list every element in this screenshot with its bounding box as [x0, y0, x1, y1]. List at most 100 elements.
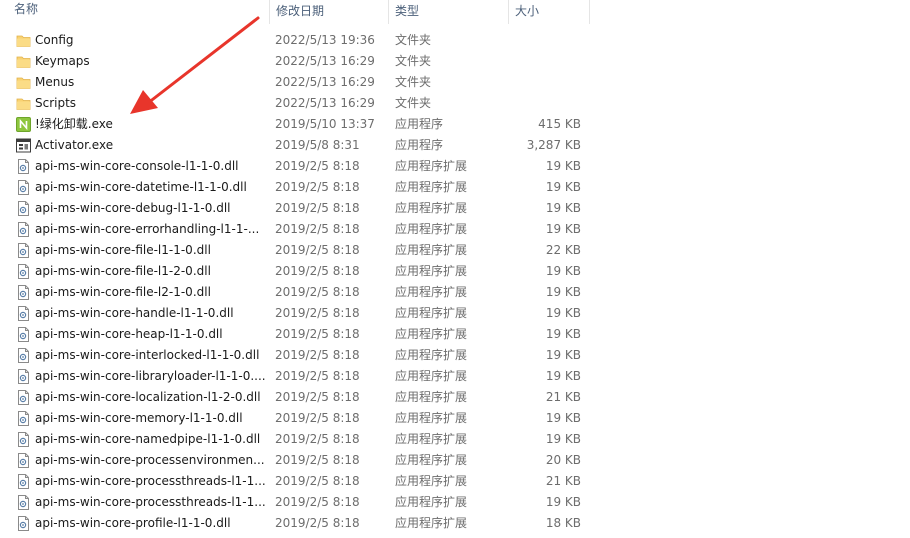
file-row[interactable]: api-ms-win-core-datetime-l1-1-0.dll 2019/… [0, 177, 910, 198]
file-row[interactable]: Keymaps 2022/5/13 16:29 文件夹 [0, 51, 910, 72]
file-row[interactable]: api-ms-win-core-file-l2-1-0.dll 2019/2/5 … [0, 282, 910, 303]
file-name: !绿化卸载.exe [35, 117, 113, 131]
column-header-size[interactable]: 大小 [508, 0, 590, 24]
dll-file-icon [16, 243, 31, 258]
file-size: 19 KB [545, 348, 581, 362]
column-header-name[interactable]: 名称 [8, 0, 270, 22]
dll-file-icon [16, 264, 31, 279]
file-date-modified: 2019/2/5 8:18 [275, 159, 360, 173]
file-name: Config [35, 33, 74, 47]
file-size: 18 KB [545, 516, 581, 530]
file-type: 应用程序扩展 [395, 264, 468, 278]
file-size: 19 KB [545, 201, 581, 215]
file-date-modified: 2019/2/5 8:18 [275, 495, 360, 509]
file-row[interactable]: Config 2022/5/13 19:36 文件夹 [0, 30, 910, 51]
file-date-modified: 2019/2/5 8:18 [275, 474, 360, 488]
green-n-app-icon [16, 117, 31, 132]
file-size: 19 KB [545, 411, 581, 425]
file-name: api-ms-win-core-handle-l1-1-0.dll [35, 306, 234, 320]
file-size: 19 KB [545, 222, 581, 236]
dll-file-icon [16, 369, 31, 384]
dll-file-icon [16, 159, 31, 174]
file-name: api-ms-win-core-datetime-l1-1-0.dll [35, 180, 247, 194]
file-date-modified: 2022/5/13 16:29 [275, 75, 375, 89]
column-header-type[interactable]: 类型 [388, 0, 508, 24]
file-name: api-ms-win-core-console-l1-1-0.dll [35, 159, 239, 173]
file-date-modified: 2019/2/5 8:18 [275, 390, 360, 404]
file-row[interactable]: !绿化卸载.exe 2019/5/10 13:37 应用程序 415 KB [0, 114, 910, 135]
file-type: 应用程序扩展 [395, 411, 468, 425]
file-type: 应用程序扩展 [395, 285, 468, 299]
file-row[interactable]: api-ms-win-core-heap-l1-1-0.dll 2019/2/5 … [0, 324, 910, 345]
file-size: 415 KB [538, 117, 581, 131]
file-row[interactable]: api-ms-win-core-processenvironmen... 2019… [0, 450, 910, 471]
file-size: 19 KB [545, 159, 581, 173]
file-row[interactable]: api-ms-win-core-libraryloader-l1-1-0....… [0, 366, 910, 387]
file-type: 应用程序扩展 [395, 222, 468, 236]
file-date-modified: 2019/2/5 8:18 [275, 327, 360, 341]
dll-file-icon [16, 411, 31, 426]
file-size: 21 KB [545, 474, 581, 488]
file-size: 19 KB [545, 432, 581, 446]
file-type: 文件夹 [395, 96, 432, 110]
file-row[interactable]: Scripts 2022/5/13 16:29 文件夹 [0, 93, 910, 114]
file-row[interactable]: api-ms-win-core-file-l1-2-0.dll 2019/2/5 … [0, 261, 910, 282]
file-name: api-ms-win-core-interlocked-l1-1-0.dll [35, 348, 260, 362]
file-row[interactable]: api-ms-win-core-file-l1-1-0.dll 2019/2/5 … [0, 240, 910, 261]
dll-file-icon [16, 306, 31, 321]
file-name: api-ms-win-core-memory-l1-1-0.dll [35, 411, 243, 425]
file-name: api-ms-win-core-debug-l1-1-0.dll [35, 201, 231, 215]
file-type: 应用程序扩展 [395, 306, 468, 320]
dll-file-icon [16, 222, 31, 237]
file-date-modified: 2019/2/5 8:18 [275, 306, 360, 320]
file-row[interactable]: api-ms-win-core-profile-l1-1-0.dll 2019/2… [0, 513, 910, 534]
file-type: 文件夹 [395, 33, 432, 47]
file-name: api-ms-win-core-namedpipe-l1-1-0.dll [35, 432, 261, 446]
folder-icon [16, 54, 31, 69]
file-size: 21 KB [545, 390, 581, 404]
file-row[interactable]: Activator.exe 2019/5/8 8:31 应用程序 3,287 KB [0, 135, 910, 156]
file-row[interactable]: api-ms-win-core-console-l1-1-0.dll 2019/2… [0, 156, 910, 177]
file-size: 20 KB [545, 453, 581, 467]
dll-file-icon [16, 327, 31, 342]
file-row[interactable]: api-ms-win-core-errorhandling-l1-1-... 20… [0, 219, 910, 240]
dll-file-icon [16, 348, 31, 363]
file-name: api-ms-win-core-file-l1-1-0.dll [35, 243, 211, 257]
file-type: 应用程序扩展 [395, 516, 468, 530]
file-date-modified: 2019/2/5 8:18 [275, 411, 360, 425]
file-size: 19 KB [545, 495, 581, 509]
file-row[interactable]: api-ms-win-core-namedpipe-l1-1-0.dll 2019… [0, 429, 910, 450]
file-date-modified: 2019/2/5 8:18 [275, 243, 360, 257]
file-row[interactable]: api-ms-win-core-interlocked-l1-1-0.dll 20… [0, 345, 910, 366]
file-date-modified: 2022/5/13 16:29 [275, 54, 375, 68]
file-date-modified: 2019/2/5 8:18 [275, 453, 360, 467]
file-date-modified: 2019/2/5 8:18 [275, 180, 360, 194]
file-size: 19 KB [545, 327, 581, 341]
file-type: 应用程序 [395, 138, 444, 152]
file-size: 22 KB [545, 243, 581, 257]
file-size: 3,287 KB [526, 138, 581, 152]
file-row[interactable]: api-ms-win-core-memory-l1-1-0.dll 2019/2/… [0, 408, 910, 429]
file-row[interactable]: api-ms-win-core-processthreads-l1-1... 20… [0, 471, 910, 492]
file-size: 19 KB [545, 285, 581, 299]
file-row[interactable]: api-ms-win-core-processthreads-l1-1... 20… [0, 492, 910, 513]
file-type: 应用程序扩展 [395, 474, 468, 488]
file-row[interactable]: api-ms-win-core-localization-l1-2-0.dll 2… [0, 387, 910, 408]
file-name: api-ms-win-core-profile-l1-1-0.dll [35, 516, 231, 530]
file-type: 应用程序扩展 [395, 348, 468, 362]
dll-file-icon [16, 474, 31, 489]
file-type: 应用程序扩展 [395, 201, 468, 215]
dll-file-icon [16, 495, 31, 510]
file-date-modified: 2022/5/13 19:36 [275, 33, 375, 47]
file-type: 文件夹 [395, 75, 432, 89]
column-header-end-divider[interactable] [589, 0, 596, 24]
file-type: 应用程序扩展 [395, 432, 468, 446]
folder-icon [16, 75, 31, 90]
file-size: 19 KB [545, 369, 581, 383]
file-row[interactable]: Menus 2022/5/13 16:29 文件夹 [0, 72, 910, 93]
file-name: api-ms-win-core-errorhandling-l1-1-... [35, 222, 260, 236]
file-date-modified: 2019/2/5 8:18 [275, 264, 360, 278]
file-row[interactable]: api-ms-win-core-debug-l1-1-0.dll 2019/2/5… [0, 198, 910, 219]
column-header-date-modified[interactable]: 修改日期 [269, 0, 389, 24]
file-row[interactable]: api-ms-win-core-handle-l1-1-0.dll 2019/2/… [0, 303, 910, 324]
